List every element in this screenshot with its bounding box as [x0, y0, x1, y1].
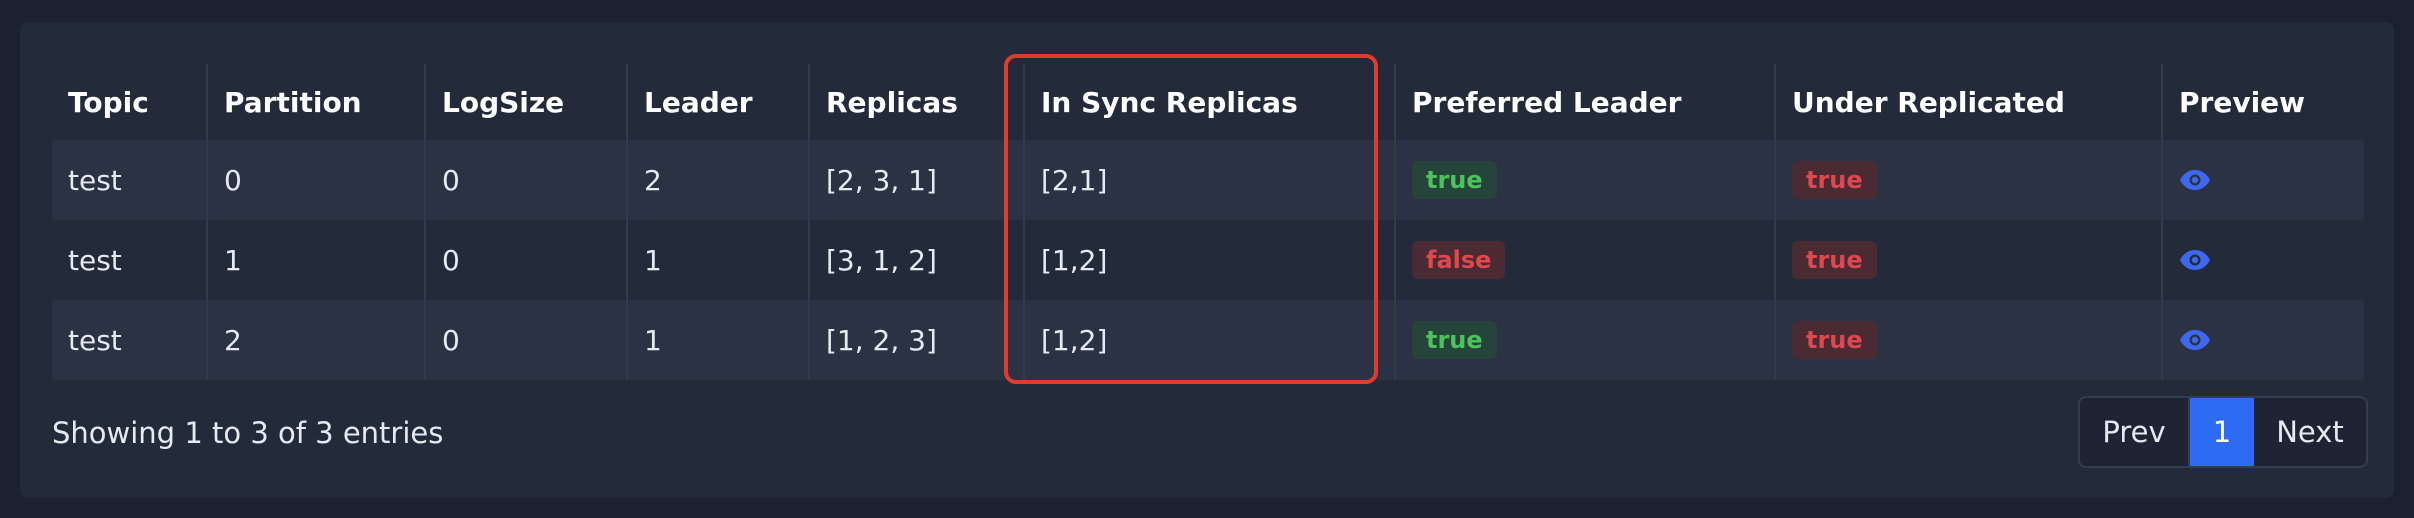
- header-topic[interactable]: Topic: [52, 64, 208, 140]
- cell-replicas: [1, 2, 3]: [810, 300, 1025, 380]
- cell-under-replicated: true: [1776, 220, 2163, 300]
- cell-under-replicated: true: [1776, 140, 2163, 220]
- header-logsize[interactable]: LogSize: [426, 64, 628, 140]
- cell-leader: 1: [628, 300, 810, 380]
- table-row: test 2 0 1 [1, 2, 3] [1,2] true true: [52, 300, 2364, 380]
- cell-partition: 0: [208, 140, 426, 220]
- table-row: test 1 0 1 [3, 1, 2] [1,2] false true: [52, 220, 2364, 300]
- partitions-table: Topic Partition LogSize Leader Replicas …: [52, 64, 2364, 380]
- table-row: test 0 0 2 [2, 3, 1] [2,1] true true: [52, 140, 2364, 220]
- header-leader[interactable]: Leader: [628, 64, 810, 140]
- cell-leader: 2: [628, 140, 810, 220]
- cell-replicas: [3, 1, 2]: [810, 220, 1025, 300]
- cell-under-replicated: true: [1776, 300, 2163, 380]
- cell-preferred-leader: true: [1396, 140, 1776, 220]
- prev-button[interactable]: Prev: [2080, 398, 2190, 466]
- preview-cell: [2163, 300, 2364, 380]
- cell-topic: test: [52, 140, 208, 220]
- eye-icon[interactable]: [2179, 249, 2211, 271]
- preferred-leader-badge: true: [1412, 161, 1497, 199]
- eye-icon[interactable]: [2179, 329, 2211, 351]
- header-preview[interactable]: Preview: [2163, 64, 2364, 140]
- preferred-leader-badge: true: [1412, 321, 1497, 359]
- cell-partition: 1: [208, 220, 426, 300]
- preferred-leader-badge: false: [1412, 241, 1506, 279]
- header-partition[interactable]: Partition: [208, 64, 426, 140]
- cell-logsize: 0: [426, 300, 628, 380]
- pagination: Prev 1 Next: [2078, 396, 2368, 468]
- cell-in-sync-replicas: [1,2]: [1025, 220, 1396, 300]
- cell-logsize: 0: [426, 140, 628, 220]
- cell-replicas: [2, 3, 1]: [810, 140, 1025, 220]
- cell-topic: test: [52, 220, 208, 300]
- entries-info: Showing 1 to 3 of 3 entries: [52, 416, 444, 450]
- table-header-row: Topic Partition LogSize Leader Replicas …: [52, 64, 2364, 140]
- preview-cell: [2163, 140, 2364, 220]
- preview-cell: [2163, 220, 2364, 300]
- header-under-replicated[interactable]: Under Replicated: [1776, 64, 2163, 140]
- page-1-button[interactable]: 1: [2190, 398, 2254, 466]
- next-button[interactable]: Next: [2254, 398, 2366, 466]
- cell-leader: 1: [628, 220, 810, 300]
- cell-in-sync-replicas: [1,2]: [1025, 300, 1396, 380]
- cell-in-sync-replicas: [2,1]: [1025, 140, 1396, 220]
- under-replicated-badge: true: [1792, 241, 1877, 279]
- under-replicated-badge: true: [1792, 321, 1877, 359]
- under-replicated-badge: true: [1792, 161, 1877, 199]
- cell-preferred-leader: false: [1396, 220, 1776, 300]
- header-in-sync-replicas[interactable]: In Sync Replicas: [1025, 64, 1396, 140]
- header-preferred-leader[interactable]: Preferred Leader: [1396, 64, 1776, 140]
- cell-partition: 2: [208, 300, 426, 380]
- cell-preferred-leader: true: [1396, 300, 1776, 380]
- header-replicas[interactable]: Replicas: [810, 64, 1025, 140]
- cell-logsize: 0: [426, 220, 628, 300]
- cell-topic: test: [52, 300, 208, 380]
- eye-icon[interactable]: [2179, 169, 2211, 191]
